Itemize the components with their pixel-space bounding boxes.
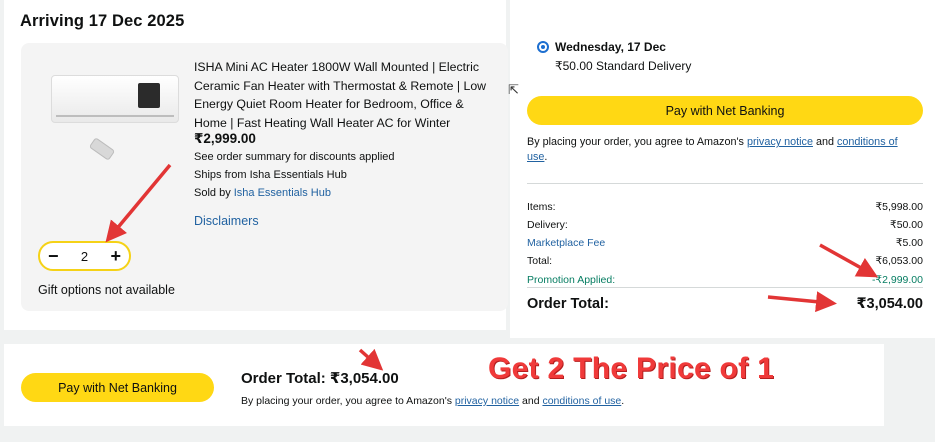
arrow-to-bottom-total xyxy=(358,348,384,371)
arrow-to-quantity xyxy=(105,163,172,243)
annotation-arrows xyxy=(105,163,879,371)
arrow-to-order-total xyxy=(767,291,837,313)
arrow-to-promotion xyxy=(819,243,879,278)
